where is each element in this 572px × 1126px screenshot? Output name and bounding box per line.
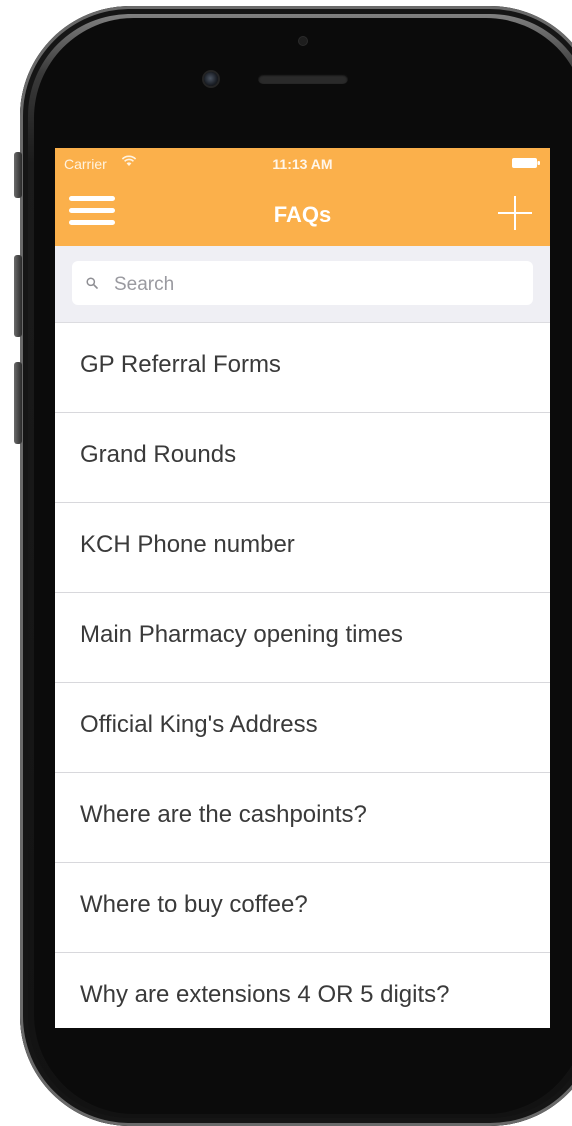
status-bar: Carrier 11:13 AM (55, 148, 550, 178)
menu-line (69, 196, 115, 201)
volume-up-button (14, 255, 22, 337)
faq-item-label: Why are extensions 4 OR 5 digits? (80, 981, 450, 1008)
mute-switch (14, 152, 22, 198)
page-title: FAQs (273, 202, 332, 227)
faq-item-gp-referral-forms[interactable]: GP Referral Forms (55, 323, 550, 413)
faq-item-label: GP Referral Forms (80, 351, 281, 378)
faq-item-main-pharmacy-opening-times[interactable]: Main Pharmacy opening times (55, 593, 550, 683)
faq-list: GP Referral Forms Grand Rounds KCH Phone… (55, 323, 550, 1028)
search-icon (86, 277, 98, 289)
search-placeholder: Search (114, 274, 175, 295)
faq-item-extensions-digits[interactable]: Why are extensions 4 OR 5 digits? (55, 953, 550, 1028)
faq-item-cashpoints[interactable]: Where are the cashpoints? (55, 773, 550, 863)
front-sensor (204, 72, 218, 86)
status-time: 11:13 AM (272, 156, 333, 172)
search-input[interactable]: Search (72, 261, 533, 305)
faq-item-label: Where are the cashpoints? (80, 801, 367, 828)
faq-item-buy-coffee[interactable]: Where to buy coffee? (55, 863, 550, 953)
app-screen: Carrier 11:13 AM FAQs Search GP Referral… (55, 148, 550, 1028)
faq-item-label: Main Pharmacy opening times (80, 621, 403, 648)
plus-icon[interactable] (498, 196, 532, 230)
faq-item-official-kings-address[interactable]: Official King's Address (55, 683, 550, 773)
front-camera (299, 37, 307, 45)
faq-item-label: KCH Phone number (80, 531, 295, 558)
search-bar-container: Search (55, 246, 550, 323)
faq-item-label: Official King's Address (80, 711, 318, 738)
battery-icon (512, 158, 540, 168)
navigation-bar: FAQs (55, 178, 550, 246)
volume-down-button (14, 362, 22, 444)
faq-item-kch-phone-number[interactable]: KCH Phone number (55, 503, 550, 593)
earpiece-speaker (258, 74, 348, 84)
faq-item-label: Grand Rounds (80, 441, 237, 468)
faq-item-label: Where to buy coffee? (80, 891, 308, 918)
faq-item-grand-rounds[interactable]: Grand Rounds (55, 413, 550, 503)
